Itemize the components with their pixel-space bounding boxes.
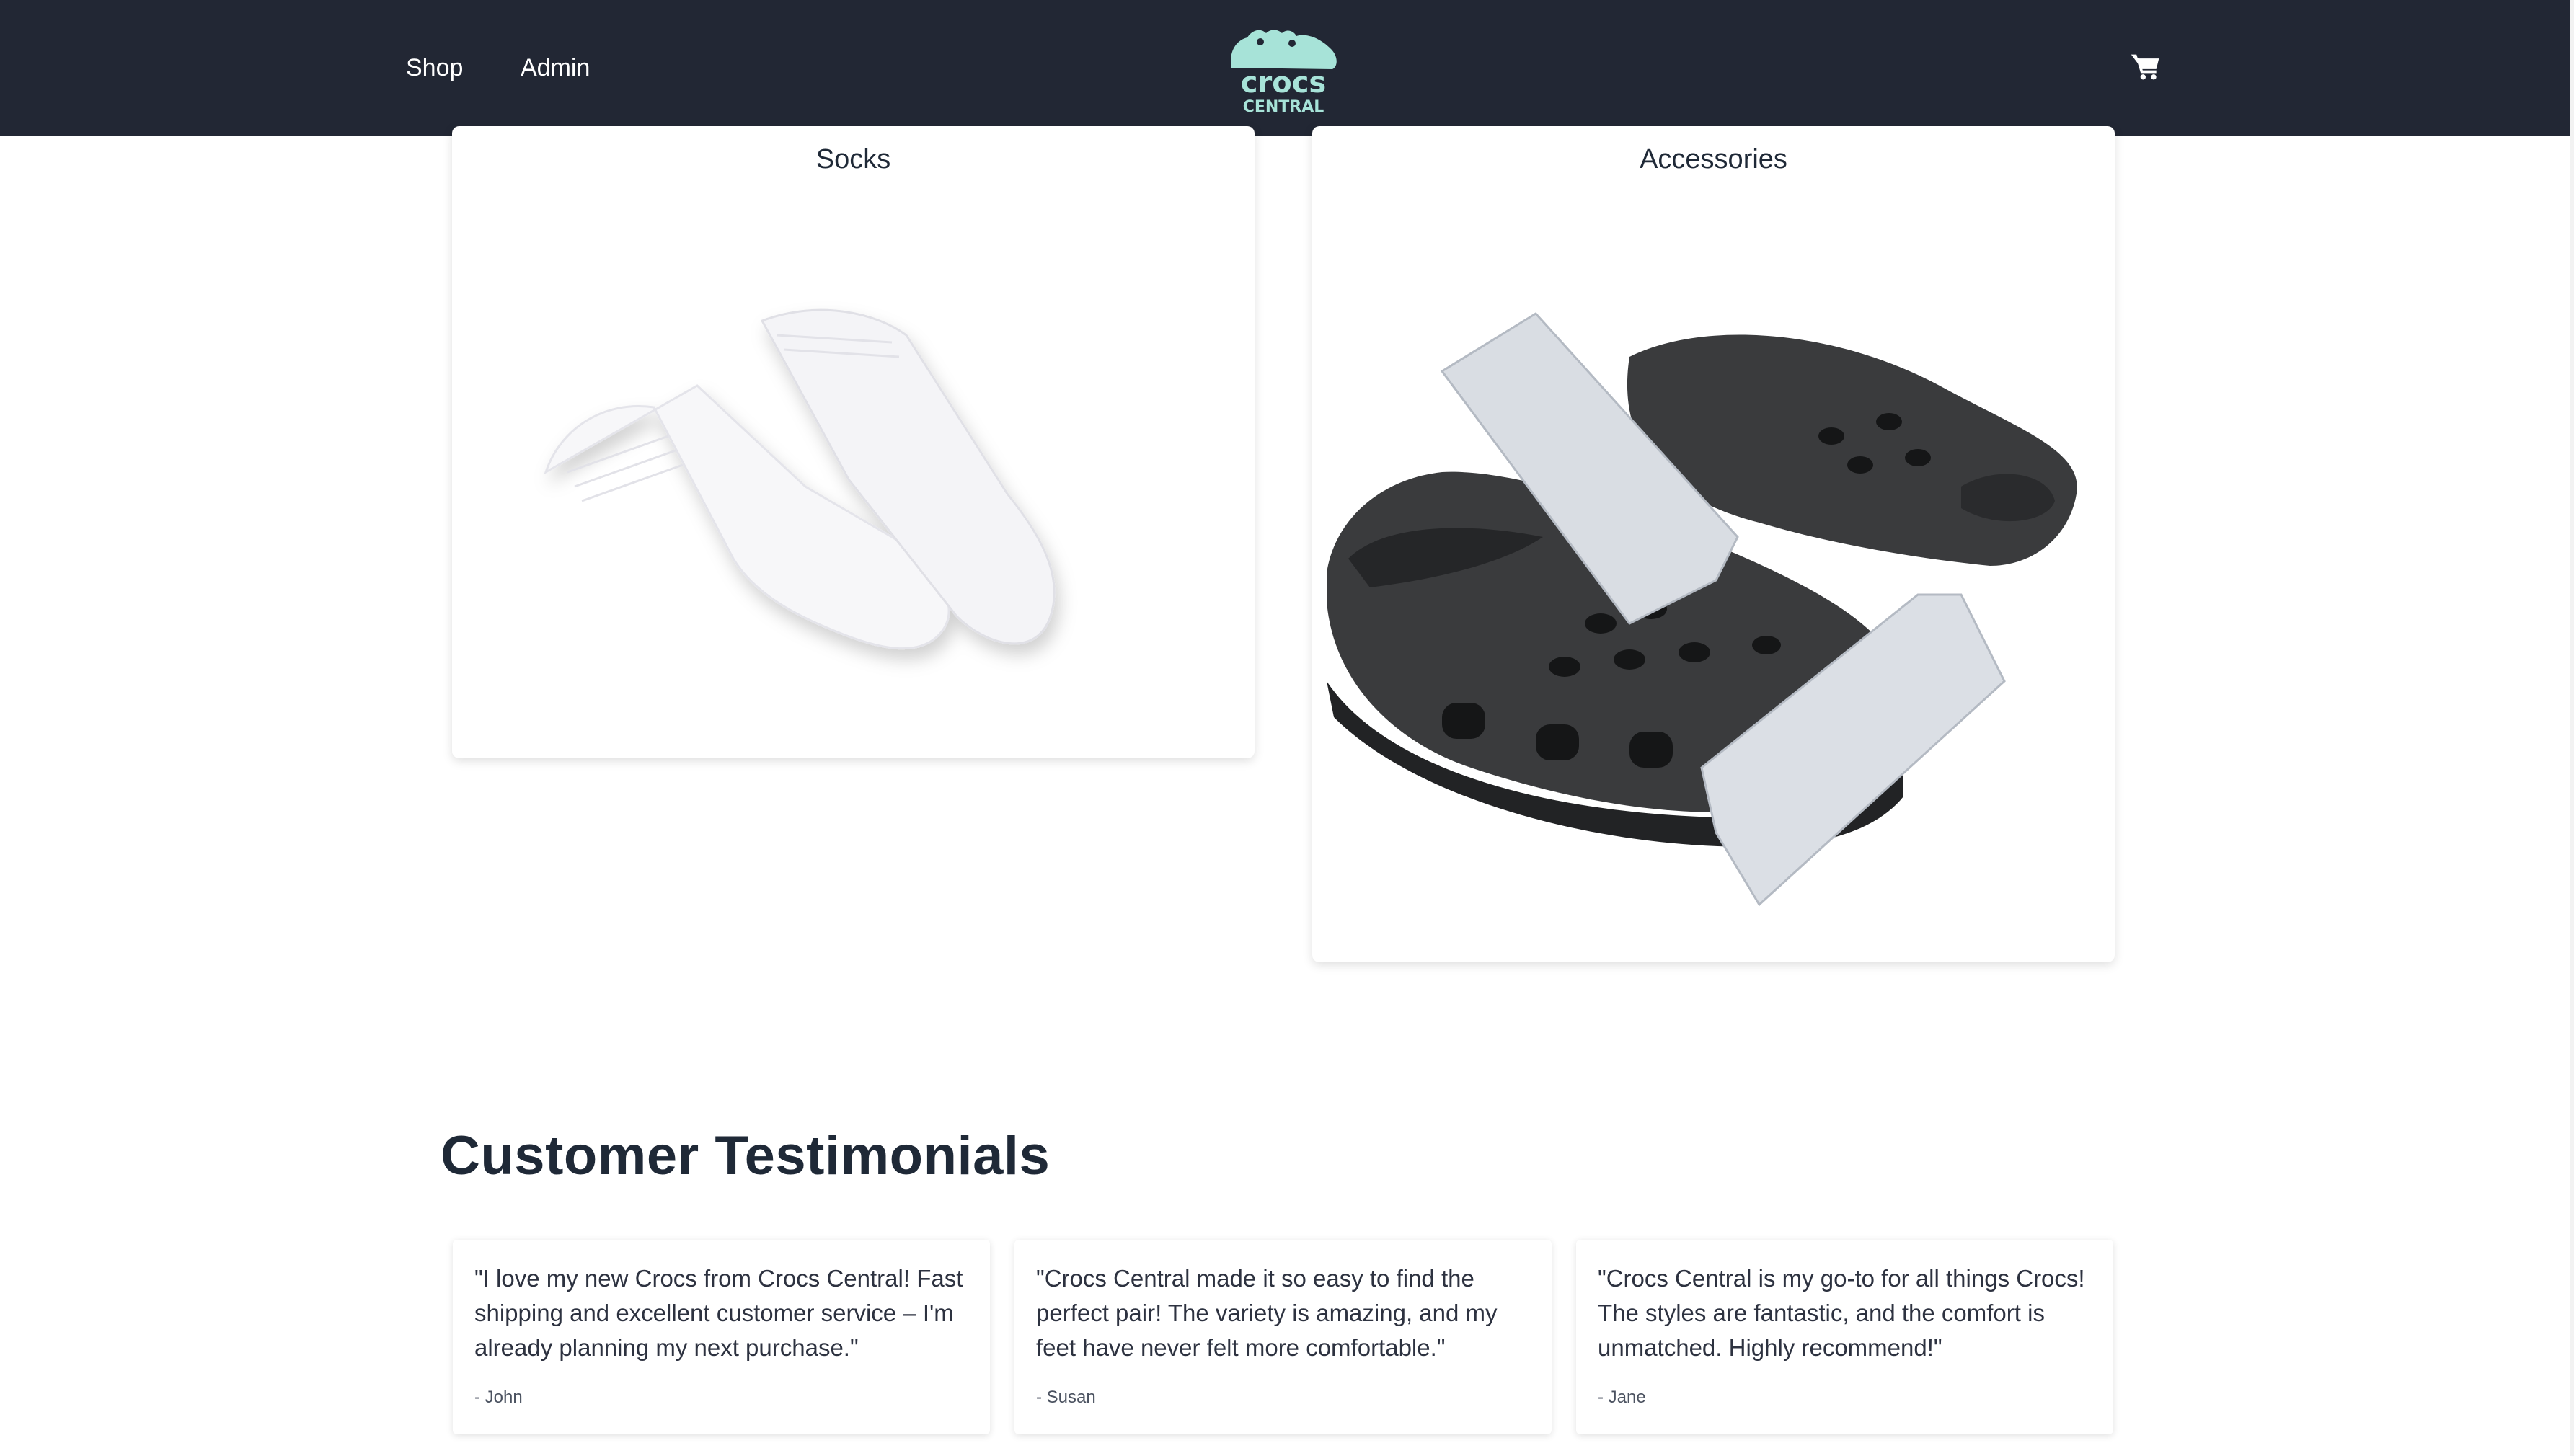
nav-link-shop[interactable]: Shop <box>406 50 463 85</box>
category-title: Accessories <box>1640 144 1787 174</box>
testimonial-author: - Jane <box>1598 1388 1646 1407</box>
svg-text:CENTRAL: CENTRAL <box>1243 98 1324 116</box>
crocs-central-logo[interactable]: crocs CENTRAL <box>1226 16 1341 117</box>
page-scrollbar[interactable] <box>2570 0 2574 1456</box>
category-card-socks[interactable]: Socks <box>452 126 1255 758</box>
nav-link-admin[interactable]: Admin <box>521 50 590 85</box>
accessories-image <box>1327 312 2077 907</box>
testimonial-quote: "I love my new Crocs from Crocs Central!… <box>474 1265 963 1361</box>
top-navbar: Shop Admin crocs CENTRAL <box>0 0 2570 136</box>
socks-image <box>544 308 1056 650</box>
testimonial-author: - Susan <box>1036 1388 1096 1407</box>
testimonial-card: "Crocs Central is my go-to for all thing… <box>1576 1240 2113 1434</box>
testimonial-card: "I love my new Crocs from Crocs Central!… <box>453 1240 990 1434</box>
category-title: Socks <box>815 144 891 174</box>
shopping-cart-icon[interactable] <box>2130 52 2162 84</box>
svg-text:crocs: crocs <box>1241 66 1326 99</box>
testimonial-quote: "Crocs Central is my go-to for all thing… <box>1598 1265 2085 1361</box>
testimonials-heading: Customer Testimonials <box>441 1125 1051 1186</box>
testimonial-quote: "Crocs Central made it so easy to find t… <box>1036 1265 1498 1361</box>
testimonial-author: - John <box>474 1388 523 1407</box>
category-card-accessories[interactable]: Accessories <box>1312 126 2115 962</box>
testimonial-card: "Crocs Central made it so easy to find t… <box>1014 1240 1552 1434</box>
